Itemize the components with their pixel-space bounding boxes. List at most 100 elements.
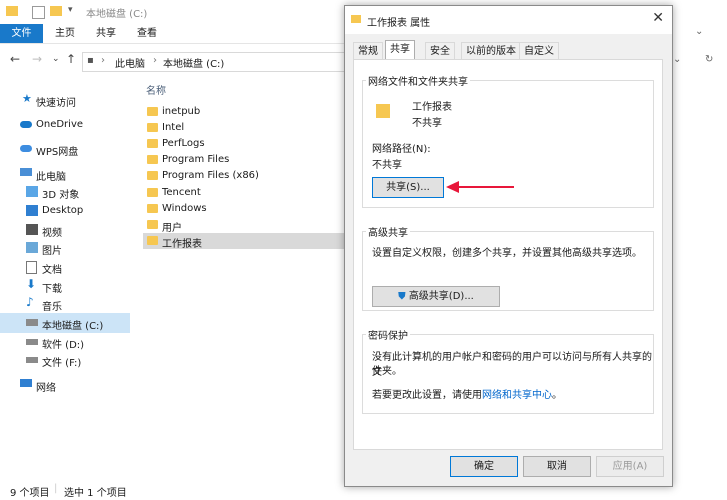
tab-home[interactable]: 主页: [55, 24, 75, 43]
back-arrow-icon[interactable]: ←: [10, 52, 20, 66]
sidebar-item-wps-drive[interactable]: WPS网盘: [0, 139, 130, 159]
file-list-item-selected[interactable]: 工作报表: [143, 233, 344, 250]
folder-icon: [147, 123, 158, 132]
password-change-hint: 若要更改此设置，请使用网络和共享中心。: [372, 386, 562, 401]
sidebar-item-onedrive[interactable]: OneDrive: [0, 115, 130, 135]
advanced-sharing-button[interactable]: ⛊ 高级共享(D)...: [372, 286, 500, 307]
sidebar-item-drive-f[interactable]: 文件 (F:): [0, 350, 130, 370]
apply-button[interactable]: 应用(A): [596, 456, 664, 477]
folder-icon: [147, 107, 158, 116]
network-path-label: 网络路径(N):: [372, 144, 431, 155]
sidebar-item-music[interactable]: ♪ 音乐: [0, 294, 130, 314]
tab-security[interactable]: 安全: [425, 42, 455, 60]
new-folder-quick-icon[interactable]: [50, 6, 62, 16]
advanced-sharing-description: 设置自定义权限，创建多个共享，并设置其他高级共享选项。: [372, 248, 642, 259]
quick-access-dropdown-icon[interactable]: ▾: [68, 5, 73, 15]
sidebar-item-drive-d[interactable]: 软件 (D:): [0, 332, 130, 352]
file-list-item[interactable]: Windows: [143, 201, 344, 217]
picture-icon: [26, 242, 38, 253]
sidebar-label: 3D 对象: [42, 190, 80, 201]
file-name: PerfLogs: [162, 138, 205, 149]
sidebar-item-documents[interactable]: 文档: [0, 257, 130, 277]
tab-file[interactable]: 文件: [0, 24, 43, 43]
sidebar-item-network[interactable]: 网络: [0, 375, 130, 395]
column-header-name[interactable]: 名称: [146, 82, 166, 97]
file-list-item[interactable]: 用户: [143, 217, 344, 234]
sidebar-item-3d-objects[interactable]: 3D 对象: [0, 182, 130, 202]
recent-dropdown-icon[interactable]: ⌄: [52, 54, 60, 64]
breadcrumb-chevron-icon[interactable]: ›: [153, 55, 157, 66]
chevron-down-icon[interactable]: ⌄: [695, 26, 703, 37]
status-selected-count: 选中 1 个项目: [64, 488, 127, 499]
shared-folder-state: 不共享: [412, 118, 442, 129]
sidebar-label: 此电脑: [36, 172, 66, 183]
tab-previous-versions[interactable]: 以前的版本: [461, 42, 521, 60]
tab-customize[interactable]: 自定义: [519, 42, 559, 60]
file-name: Tencent: [162, 187, 201, 198]
sidebar-label: 视频: [42, 228, 62, 239]
sidebar-item-this-pc[interactable]: 此电脑: [0, 164, 130, 184]
sidebar-item-desktop[interactable]: Desktop: [0, 201, 130, 221]
explorer-title: 本地磁盘 (C:): [86, 9, 148, 20]
file-list-item[interactable]: Intel: [143, 120, 344, 136]
forward-arrow-icon[interactable]: →: [32, 52, 42, 66]
music-icon: ♪: [26, 295, 34, 309]
sidebar-item-videos[interactable]: 视频: [0, 220, 130, 240]
cancel-button[interactable]: 取消: [523, 456, 591, 477]
up-arrow-icon[interactable]: ↑: [66, 52, 76, 66]
breadcrumb-drive-c[interactable]: 本地磁盘 (C:): [163, 55, 224, 70]
sharing-tab-pane: 网络文件和文件夹共享 工作报表 不共享 网络路径(N): 不共享 共享(S)..…: [353, 59, 663, 450]
close-icon[interactable]: ✕: [652, 10, 664, 26]
file-name: 用户: [162, 223, 182, 234]
cloud-icon: [20, 145, 32, 152]
folder-icon: [376, 104, 390, 118]
password-change-suffix: 。: [552, 390, 562, 401]
chevron-down-icon[interactable]: ⌄: [673, 54, 681, 65]
file-list-item[interactable]: Program Files: [143, 152, 344, 168]
group-label: 密码保护: [366, 327, 410, 342]
sidebar-label: 文件 (F:): [42, 358, 82, 369]
red-arrow-annotation: [446, 181, 514, 193]
sidebar-label: 网络: [36, 383, 56, 394]
folder-icon: [147, 171, 158, 180]
password-description-line1: 没有此计算机的用户帐户和密码的用户可以访问与所有人共享的文: [372, 352, 652, 378]
cube-icon: [26, 186, 38, 197]
file-list-item[interactable]: Program Files (x86): [143, 168, 344, 184]
network-icon: [20, 379, 32, 387]
network-path-value: 不共享: [372, 160, 402, 171]
document-icon: [26, 261, 37, 274]
folder-icon: [147, 236, 158, 245]
file-list-item[interactable]: Tencent: [143, 185, 344, 201]
file-list-item[interactable]: inetpub: [143, 104, 344, 120]
tab-sharing[interactable]: 共享: [385, 40, 415, 61]
file-name: Windows: [162, 203, 207, 214]
share-button[interactable]: 共享(S)...: [372, 177, 444, 198]
sidebar-label: 图片: [42, 246, 62, 257]
refresh-icon[interactable]: ↻: [705, 54, 713, 65]
tab-share[interactable]: 共享: [96, 24, 116, 43]
advanced-sharing-button-label: 高级共享(D)...: [408, 291, 474, 302]
download-icon: ⬇: [26, 277, 37, 291]
breadcrumb-this-pc[interactable]: 此电脑: [115, 55, 145, 70]
properties-quick-icon[interactable]: [32, 6, 45, 19]
shield-icon: ⛊: [398, 291, 406, 302]
file-name: inetpub: [162, 106, 201, 117]
shared-folder-name: 工作报表: [412, 102, 452, 113]
video-icon: [26, 224, 38, 235]
network-sharing-center-link[interactable]: 网络和共享中心: [482, 390, 552, 401]
sidebar-item-downloads[interactable]: ⬇ 下载: [0, 276, 130, 296]
explorer-right-edge: ⌄ ⌄ ↻: [667, 24, 727, 500]
tab-view[interactable]: 查看: [137, 24, 157, 43]
sidebar-item-quick-access[interactable]: ★ 快速访问: [0, 90, 130, 110]
sidebar-label: 音乐: [42, 302, 62, 313]
breadcrumb-chevron-icon[interactable]: ›: [101, 55, 105, 66]
ok-button[interactable]: 确定: [450, 456, 518, 477]
computer-icon: ▪: [87, 55, 94, 66]
drive-icon: [26, 319, 38, 326]
tab-general[interactable]: 常规: [353, 42, 383, 60]
file-list-item[interactable]: PerfLogs: [143, 136, 344, 152]
sidebar-item-pictures[interactable]: 图片: [0, 238, 130, 258]
file-name: 工作报表: [162, 239, 202, 250]
sidebar-item-drive-c[interactable]: 本地磁盘 (C:): [0, 313, 130, 333]
address-bar[interactable]: ▪ › 此电脑 › 本地磁盘 (C:): [82, 52, 346, 72]
